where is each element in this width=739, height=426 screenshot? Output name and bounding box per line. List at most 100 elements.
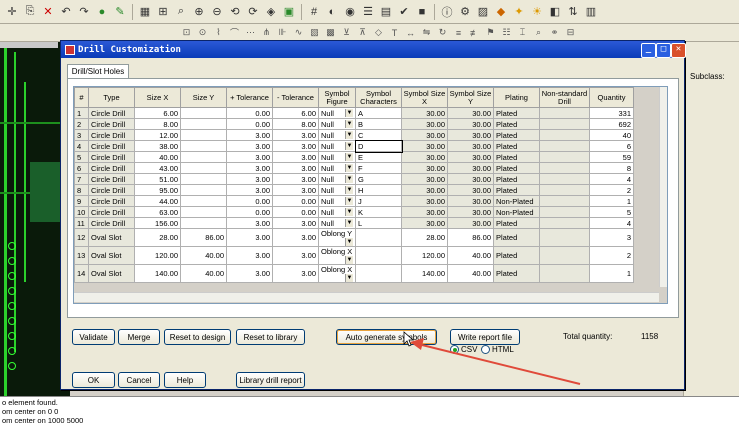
table-cell[interactable]: 3.00	[272, 140, 319, 152]
zoom-prev-icon[interactable]: ⟲	[227, 4, 243, 20]
table-cell[interactable]: 3	[74, 129, 89, 141]
column-header[interactable]: Quantity	[589, 87, 634, 108]
table-cell[interactable]	[539, 195, 590, 207]
table-cell[interactable]	[539, 118, 590, 130]
table-cell[interactable]: 0.00	[226, 118, 273, 130]
shape-icon[interactable]: ●	[94, 4, 110, 20]
table-cell[interactable]	[539, 246, 590, 265]
dropdown-arrow-icon[interactable]: ▼	[345, 119, 353, 128]
table-cell[interactable]: 0.00	[272, 206, 319, 218]
table-cell[interactable]: E	[355, 151, 402, 163]
dropdown-arrow-icon[interactable]: ▼	[345, 108, 353, 117]
table-row[interactable]: 1 Circle Drill 6.00 0.00 6.00 Null ▼ A 30.00 30.0…	[74, 107, 634, 119]
table-cell[interactable]: 59	[589, 151, 634, 163]
table-cell[interactable]	[180, 151, 227, 163]
table-cell[interactable]: 3.00	[226, 184, 273, 196]
table-cell[interactable]: 9	[74, 195, 89, 207]
table-cell[interactable]: 30.00	[401, 217, 448, 229]
column-header[interactable]: Type	[88, 87, 135, 108]
table-cell[interactable]	[539, 173, 590, 185]
table-row[interactable]: 7 Circle Drill 51.00 3.00 3.00 Null ▼ G 30.00 30.…	[74, 173, 634, 185]
table-cell[interactable]: 30.00	[447, 184, 494, 196]
zoom-icon[interactable]: ⌕	[173, 4, 189, 20]
table-cell[interactable]: 30.00	[447, 173, 494, 185]
table-cell[interactable]	[180, 118, 227, 130]
table-cell[interactable]	[180, 173, 227, 185]
merge-button[interactable]: Merge	[118, 329, 160, 345]
table-cell[interactable]	[539, 264, 590, 283]
sun-icon[interactable]: ☀	[529, 4, 545, 20]
table-cell[interactable]: 11	[74, 217, 89, 229]
table-cell[interactable]	[180, 217, 227, 229]
table-cell[interactable]: 1	[589, 195, 634, 207]
table-cell[interactable]	[355, 228, 402, 247]
table-cell[interactable]: Circle Drill	[88, 118, 135, 130]
table-cell[interactable]: 30.00	[401, 140, 448, 152]
table-cell[interactable]: 2	[589, 184, 634, 196]
table-cell[interactable]: 8	[589, 162, 634, 174]
copy-icon[interactable]: ⎘	[22, 4, 38, 20]
table-cell[interactable]: Null ▼	[318, 107, 356, 119]
close-button[interactable]: ✕	[671, 43, 686, 58]
table-cell[interactable]: 120.00	[401, 246, 448, 265]
table-cell[interactable]: 140.00	[134, 264, 181, 283]
mirror-icon[interactable]: ⇋	[420, 26, 433, 39]
undo-icon[interactable]: ↶	[58, 4, 74, 20]
table-cell[interactable]: 30.00	[401, 107, 448, 119]
drc-icon[interactable]: ⚑	[484, 26, 497, 39]
table-cell[interactable]: 3.00	[226, 162, 273, 174]
table-cell[interactable]: Plated	[493, 118, 540, 130]
table-cell[interactable]: Circle Drill	[88, 184, 135, 196]
table-row[interactable]: 4 Circle Drill 38.00 3.00 3.00 Null ▼ D 30.00 30.…	[74, 139, 634, 153]
table-cell[interactable]: 0.00	[226, 206, 273, 218]
column-header[interactable]: Plating	[493, 87, 540, 108]
table-cell[interactable]: 0.00	[226, 195, 273, 207]
validate-button[interactable]: Validate	[72, 329, 115, 345]
table-cell[interactable]: 28.00	[134, 228, 181, 247]
shadow-icon[interactable]: ◧	[547, 4, 563, 20]
table-cell[interactable]: Plated	[493, 228, 540, 247]
highlight-tool-icon[interactable]: ▥	[583, 4, 599, 20]
table-row[interactable]: 13 Oval Slot 120.00 40.00 3.00 3.00 Oblong X ▼ 1…	[74, 246, 634, 265]
table-cell[interactable]: Oval Slot	[88, 264, 135, 283]
table-cell[interactable]: 30.00	[401, 184, 448, 196]
table-cell[interactable]: 8	[74, 184, 89, 196]
table-cell[interactable]: 30.00	[447, 140, 494, 152]
table-cell[interactable]: 30.00	[447, 151, 494, 163]
table-cell[interactable]: Null ▼	[318, 151, 356, 163]
table-cell[interactable]: Oblong X ▼	[318, 264, 356, 283]
table-cell[interactable]: Null ▼	[318, 162, 356, 174]
table-cell[interactable]: 30.00	[447, 217, 494, 229]
table-cell[interactable]: 86.00	[447, 228, 494, 247]
table-cell[interactable]: 13	[74, 246, 89, 265]
table-cell[interactable]: F	[355, 162, 402, 174]
table-cell[interactable]	[539, 151, 590, 163]
table-cell[interactable]: 30.00	[401, 195, 448, 207]
pad-icon[interactable]: ⊡	[180, 26, 193, 39]
table-cell[interactable]: 3.00	[272, 184, 319, 196]
table-cell[interactable]: 5	[589, 206, 634, 218]
table-cell[interactable]: 40.00	[180, 264, 227, 283]
pin-icon[interactable]: ✎	[112, 4, 128, 20]
table-cell[interactable]: 8.00	[272, 118, 319, 130]
dropdown-arrow-icon[interactable]: ▼	[345, 141, 353, 150]
table-cell[interactable]	[355, 246, 402, 265]
highlight-icon[interactable]: ✦	[511, 4, 527, 20]
options-icon[interactable]: ☰	[360, 4, 376, 20]
dropdown-arrow-icon[interactable]: ▼	[345, 274, 353, 282]
table-cell[interactable]: H	[355, 184, 402, 196]
status-icon[interactable]: ■	[414, 4, 430, 20]
table-cell[interactable]: 120.00	[134, 246, 181, 265]
column-header[interactable]: Size Y	[180, 87, 227, 108]
table-cell[interactable]: 3.00	[226, 246, 273, 265]
table-cell[interactable]: D	[354, 139, 403, 153]
table-cell[interactable]: 7	[74, 173, 89, 185]
table-cell[interactable]: 30.00	[401, 206, 448, 218]
table-cell[interactable]: Circle Drill	[88, 173, 135, 185]
table-cell[interactable]	[180, 162, 227, 174]
table-cell[interactable]: Null ▼	[318, 206, 356, 218]
table-cell[interactable]: 1	[589, 264, 634, 283]
via-icon[interactable]: ⊙	[196, 26, 209, 39]
table-cell[interactable]: Plated	[493, 129, 540, 141]
dropdown-arrow-icon[interactable]: ▼	[345, 238, 353, 246]
